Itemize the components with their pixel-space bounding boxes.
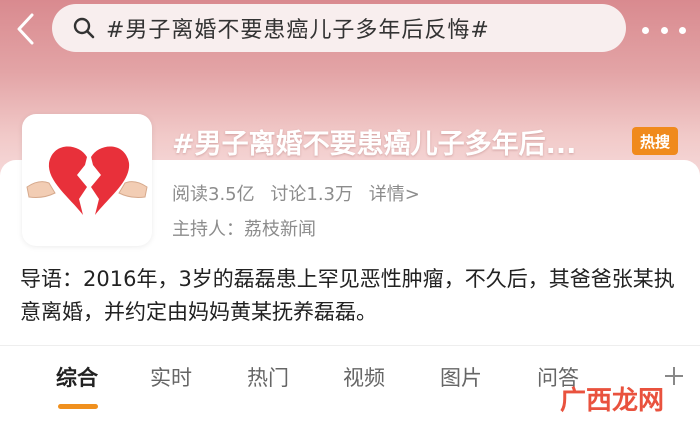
topic-host[interactable]: 主持人：荔枝新闻 — [172, 215, 316, 241]
topic-intro: 导语：2016年，3岁的磊磊患上罕见恶性肿瘤，不久后，其爸爸张某执意离婚，并约定… — [20, 267, 675, 324]
hot-badge: 热搜 — [632, 127, 678, 155]
divider — [0, 345, 700, 346]
chevron-left-icon — [17, 13, 34, 45]
back-button[interactable] — [14, 12, 38, 46]
watermark-text: 广西龙网 — [560, 386, 665, 416]
tab-images[interactable]: 图片 — [440, 362, 482, 392]
tab-video[interactable]: 视频 — [343, 362, 385, 392]
search-query-text: #男子离婚不要患癌儿子多年后反悔# — [106, 18, 490, 43]
active-tab-indicator — [58, 404, 98, 409]
broken-heart-icon — [26, 146, 148, 215]
tab-general[interactable]: 综合 — [56, 362, 98, 392]
tab-realtime[interactable]: 实时 — [150, 362, 192, 392]
topic-stats: 阅读3.5亿 讨论1.3万 详情> — [172, 180, 430, 206]
more-icon-dot — [642, 26, 649, 34]
details-link[interactable]: 详情> — [369, 184, 420, 205]
search-input[interactable]: #男子离婚不要患癌儿子多年后反悔# — [52, 4, 626, 52]
more-button[interactable] — [642, 20, 686, 40]
topic-thumbnail[interactable] — [22, 114, 152, 246]
topic-title[interactable]: #男子离婚不要患癌儿子多年后... — [172, 122, 612, 161]
read-count: 阅读3.5亿 — [172, 184, 255, 205]
more-icon-dot — [679, 26, 686, 34]
search-icon — [72, 16, 96, 40]
discussion-count: 讨论1.3万 — [270, 184, 354, 205]
plus-icon — [665, 367, 683, 385]
tab-hot[interactable]: 热门 — [247, 362, 289, 392]
add-tab-button[interactable] — [664, 366, 684, 386]
watermark: 广西龙网 — [560, 380, 664, 417]
more-icon-dot — [660, 26, 668, 34]
